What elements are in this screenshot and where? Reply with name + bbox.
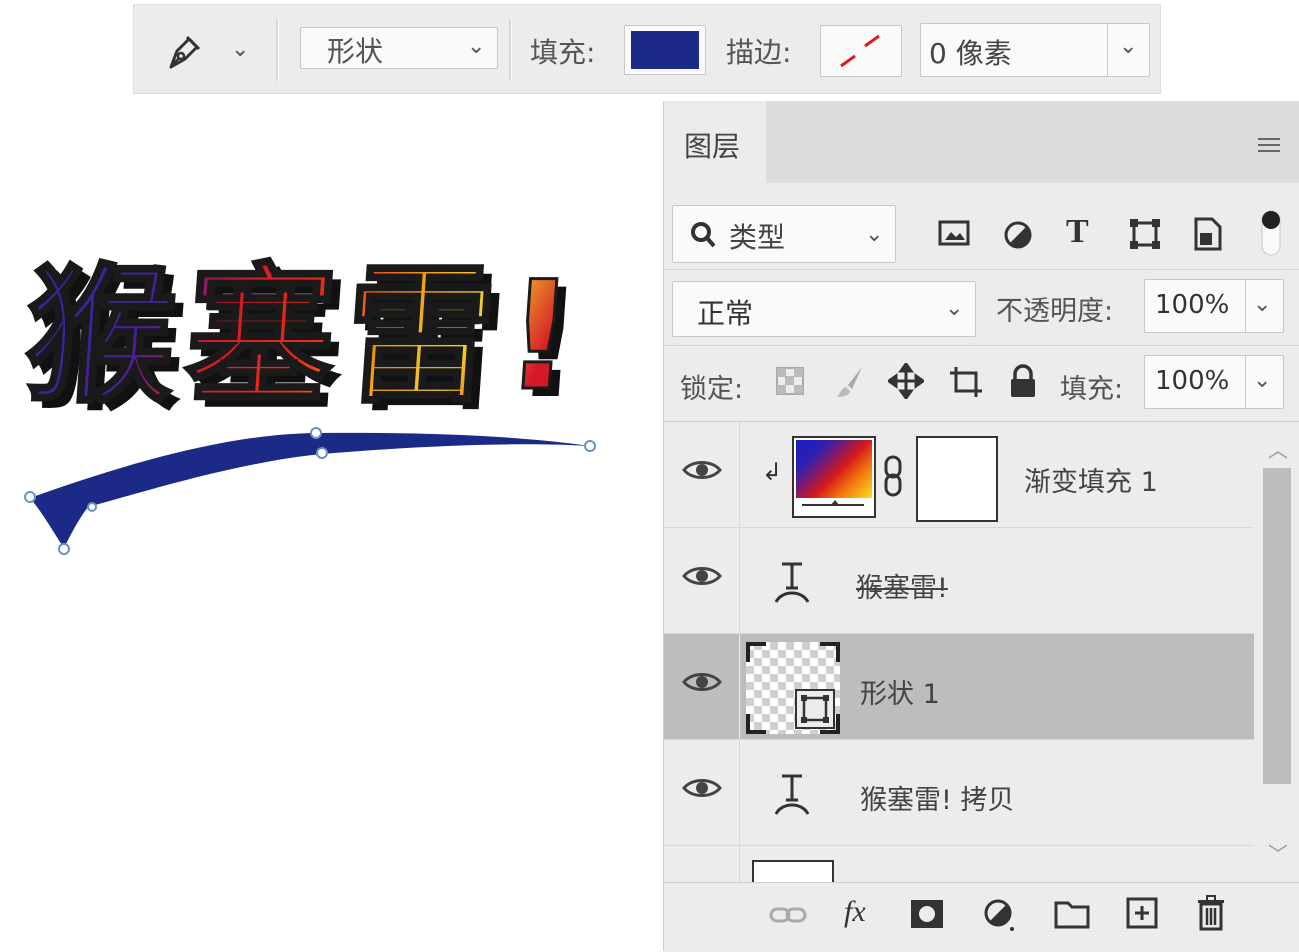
divider <box>739 740 740 845</box>
blend-mode-dropdown[interactable]: 正常 ⌄ <box>672 281 976 337</box>
artwork-text: 猴塞雷! <box>19 250 590 424</box>
stroke-width-value: 0 像素 <box>929 37 1012 70</box>
fill-value: 100% <box>1155 366 1230 396</box>
layer-name: 猴塞雷! 拷贝 <box>860 785 1015 816</box>
filter-kind-dropdown[interactable]: 类型 ⌄ <box>672 205 896 263</box>
scroll-down-icon[interactable]: ﹀ <box>1268 838 1288 867</box>
divider <box>739 422 740 527</box>
gradient-preview <box>796 440 872 498</box>
shape-badge-icon <box>795 689 835 729</box>
divider <box>509 19 512 81</box>
scroll-up-icon[interactable]: ︿ <box>1268 434 1288 463</box>
no-stroke-icon <box>840 34 880 68</box>
opacity-value: 100% <box>1155 290 1230 320</box>
options-bar: ⌄ 形状 ⌄ 填充: 描边: 0 像素 ⌄ <box>133 4 1161 94</box>
layer-list: ↲ 渐变填充 1 猴塞雷! 形状 1 猴塞雷! 拷贝 ︿ ﹀ <box>664 422 1299 882</box>
gradient-stop-icon <box>830 500 840 506</box>
lock-all-icon[interactable] <box>1008 363 1038 403</box>
layer-name: 形状 1 <box>860 679 940 710</box>
new-layer-icon[interactable] <box>1126 897 1158 929</box>
filter-shape-icon[interactable] <box>1128 217 1162 255</box>
stroke-color-swatch[interactable] <box>820 25 902 77</box>
filter-type-icon[interactable]: T <box>1066 213 1089 251</box>
lock-position-move-icon[interactable] <box>886 361 926 403</box>
divider <box>664 269 1299 270</box>
chevron-down-icon: ⌄ <box>945 296 964 321</box>
visibility-eye-icon[interactable] <box>682 458 722 482</box>
layers-panel-footer: fx <box>664 882 1299 952</box>
divider <box>739 846 740 882</box>
search-icon <box>691 222 716 248</box>
trash-icon[interactable] <box>1196 895 1226 931</box>
scrollbar-thumb[interactable] <box>1263 468 1291 784</box>
tool-mode-value: 形状 <box>327 35 384 68</box>
layer-fill-field[interactable]: 100% ⌄ <box>1144 355 1284 409</box>
chevron-down-icon[interactable]: ⌄ <box>1119 36 1137 58</box>
chevron-down-icon: ⌄ <box>865 222 884 247</box>
fill-label: 填充: <box>1060 374 1124 405</box>
layer-list-scrollbar[interactable]: ︿ ﹀ <box>1258 422 1299 882</box>
stroke-width-field[interactable]: 0 像素 ⌄ <box>920 23 1150 77</box>
divider <box>739 528 740 633</box>
chevron-down-icon[interactable]: ⌄ <box>1253 294 1271 316</box>
link-chain-icon[interactable] <box>882 454 904 498</box>
swoosh-shape-path[interactable] <box>30 432 590 548</box>
divider <box>1245 280 1246 332</box>
layer-name: 猴塞雷! <box>856 573 948 604</box>
lock-label: 锁定: <box>680 374 744 405</box>
shape-thumbnail[interactable] <box>746 642 840 734</box>
adjustment-icon[interactable] <box>982 897 1018 933</box>
link-icon[interactable] <box>768 903 808 927</box>
pen-tool-icon[interactable] <box>159 27 209 77</box>
opacity-field[interactable]: 100% ⌄ <box>1144 279 1284 333</box>
blend-mode-value: 正常 <box>697 297 754 330</box>
filter-toggle[interactable] <box>1258 207 1284 259</box>
canvas-artwork: 猴塞雷! 猴塞雷! <box>18 249 599 555</box>
text-on-path-icon <box>774 562 810 603</box>
tab-layers[interactable]: 图层 <box>664 101 766 183</box>
divider <box>664 345 1299 346</box>
visibility-eye-icon[interactable] <box>682 776 722 800</box>
layer-name: 渐变填充 1 <box>1024 467 1158 498</box>
fill-label: 填充: <box>530 36 596 69</box>
clipping-arrow-icon: ↲ <box>762 458 783 486</box>
filter-pixel-icon[interactable] <box>938 219 970 253</box>
visibility-eye-icon[interactable] <box>682 670 722 694</box>
filter-smart-object-icon[interactable] <box>1192 217 1224 255</box>
fx-icon[interactable]: fx <box>844 895 866 929</box>
divider <box>1107 24 1108 76</box>
lock-pixels-brush-icon[interactable] <box>834 365 866 403</box>
panel-menu-icon[interactable] <box>1256 135 1282 155</box>
lock-artboard-icon[interactable] <box>948 365 984 403</box>
divider <box>739 634 740 739</box>
filter-adjustment-icon[interactable] <box>1002 219 1034 255</box>
chevron-down-icon: ⌄ <box>467 34 486 59</box>
filter-kind-value: 类型 <box>729 221 786 254</box>
document-canvas[interactable]: 猴塞雷! 猴塞雷! <box>0 100 660 600</box>
tool-mode-dropdown[interactable]: 形状 ⌄ <box>300 27 498 69</box>
divider <box>276 19 279 81</box>
stroke-label: 描边: <box>726 36 792 69</box>
mask-thumbnail[interactable] <box>916 436 998 522</box>
visibility-eye-icon[interactable] <box>682 564 722 588</box>
tool-preset-chevron-icon[interactable]: ⌄ <box>231 39 249 61</box>
layer-row-partial[interactable] <box>664 846 1254 882</box>
divider <box>1245 356 1246 408</box>
layer-row-text[interactable]: 猴塞雷! <box>664 528 1254 634</box>
fill-color-swatch[interactable] <box>624 25 706 75</box>
gradient-thumbnail[interactable] <box>792 436 876 518</box>
layers-panel: 图层 类型 ⌄ T 正常 ⌄ 不透明度: 100% ⌄ 锁定: 填充: 100%… <box>663 101 1299 952</box>
tab-label: 图层 <box>684 130 741 163</box>
mask-icon[interactable] <box>910 899 944 929</box>
layer-row-shape-selected[interactable]: 形状 1 <box>664 634 1254 740</box>
chevron-down-icon[interactable]: ⌄ <box>1253 370 1271 392</box>
layer-thumbnail[interactable] <box>752 860 834 882</box>
fill-color-chip <box>631 31 699 69</box>
lock-transparency-icon[interactable] <box>774 365 806 401</box>
layer-row-gradient-fill[interactable]: ↲ 渐变填充 1 <box>664 422 1254 528</box>
layer-row-text-copy[interactable]: 猴塞雷! 拷贝 <box>664 740 1254 846</box>
opacity-label: 不透明度: <box>996 296 1114 327</box>
folder-icon[interactable] <box>1054 899 1090 929</box>
text-on-path-icon <box>774 774 810 815</box>
